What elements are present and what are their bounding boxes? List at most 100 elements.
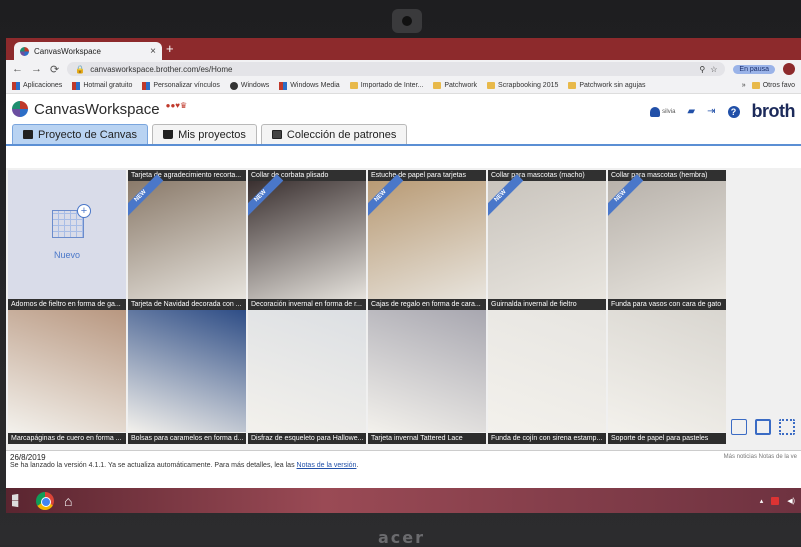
bookmark-apps[interactable]: Aplicaciones	[12, 81, 62, 90]
cart-icon[interactable]: ▰	[687, 106, 695, 117]
apps-icon	[12, 81, 20, 90]
project-caption: Adornos de fieltro en forma de ga...	[8, 299, 126, 310]
more-bookmarks-icon[interactable]: »	[742, 82, 746, 89]
view-tools	[731, 419, 795, 435]
other-bookmarks[interactable]: Otros favo	[751, 82, 795, 89]
address-bar-row: ← → ⟳ 🔒 canvasworkspace.brother.com/es/H…	[6, 60, 801, 78]
project-caption: Estuche de papel para tarjetas	[368, 170, 486, 181]
import-icon[interactable]	[731, 419, 747, 435]
project-caption: Collar para mascotas (macho)	[488, 170, 606, 181]
new-project-label: Nuevo	[53, 250, 80, 260]
news-notice: 26/8/2019 Se ha lanzado la versión 4.1.1…	[6, 450, 801, 488]
bookmarks-bar: Aplicaciones Hotmail gratuito Personaliz…	[6, 78, 801, 94]
project-tile[interactable]: Collar de corbata plisado NEW	[248, 170, 366, 303]
project-caption: Funda para vasos con cara de gato	[608, 299, 726, 310]
project-caption: Cajas de regalo en forma de cara...	[368, 299, 486, 310]
url-text: canvasworkspace.brother.com/es/Home	[90, 64, 233, 74]
profile-avatar[interactable]	[783, 63, 795, 75]
project-caption[interactable]: Bolsas para caramelos en forma d...	[128, 433, 246, 444]
project-tile[interactable]: Collar para mascotas (macho) NEW	[488, 170, 606, 303]
reload-icon[interactable]: ⟳	[50, 63, 59, 76]
project-thumbnail	[248, 310, 366, 432]
project-tile[interactable]: Cajas de regalo en forma de cara...	[368, 299, 486, 432]
folder-icon	[751, 82, 760, 89]
tab-mis-proyectos[interactable]: Mis proyectos	[152, 124, 257, 144]
browser-tab-title: CanvasWorkspace	[34, 46, 101, 56]
project-thumbnail	[8, 310, 126, 432]
project-tile[interactable]: Collar para mascotas (hembra) NEW	[608, 170, 726, 303]
system-tray: ▴ ◀)	[760, 496, 795, 505]
project-tile[interactable]: Tarjeta de Navidad decorada con ...	[128, 299, 246, 432]
bookmark-item[interactable]: Personalizar vínculos	[142, 81, 220, 90]
project-tile[interactable]: Estuche de papel para tarjetas NEW	[368, 170, 486, 303]
folder-icon	[433, 82, 442, 89]
project-caption[interactable]: Soporte de papel para pasteles	[608, 433, 726, 444]
app-tabs: Proyecto de Canvas Mis proyectos Colecci…	[6, 124, 801, 146]
user-icon	[650, 106, 661, 117]
back-icon[interactable]: ←	[12, 63, 23, 75]
close-tab-icon[interactable]: ×	[150, 46, 156, 57]
app-name: CanvasWorkspace	[34, 100, 160, 118]
bookmark-folder[interactable]: Patchwork sin agujas	[568, 82, 646, 89]
project-caption[interactable]: Marcapáginas de cuero en forma ...	[8, 433, 126, 444]
project-tile[interactable]: Funda para vasos con cara de gato	[608, 299, 726, 432]
tab-coleccion-de-patrones[interactable]: Colección de patrones	[260, 124, 408, 144]
canvas-project-icon	[23, 130, 33, 139]
project-tile[interactable]: Adornos de fieltro en forma de ga...	[8, 299, 126, 432]
canvasworkspace-favicon-icon	[20, 46, 29, 56]
project-thumbnail	[608, 310, 726, 432]
more-news-links[interactable]: Más noticias Notas de la ve	[724, 454, 797, 460]
release-notes-link[interactable]: Notas de la versión	[297, 462, 357, 469]
grid-view-icon[interactable]	[779, 419, 795, 435]
browser-tab[interactable]: CanvasWorkspace ×	[14, 42, 162, 60]
star-icon[interactable]: ☆	[710, 65, 717, 74]
zoom-icon[interactable]: ⚲	[699, 65, 705, 74]
windows-start-icon[interactable]	[12, 493, 19, 508]
user-account[interactable]: silvia	[650, 106, 675, 117]
bookmark-folder[interactable]: Importado de Inter...	[349, 82, 423, 89]
project-caption: Tarjeta de Navidad decorada con ...	[128, 299, 246, 310]
project-thumbnail	[488, 181, 606, 303]
folder-icon	[349, 82, 358, 89]
project-thumbnail	[248, 181, 366, 303]
bookmark-item[interactable]: Hotmail gratuito	[72, 81, 132, 90]
new-project-tile[interactable]: + Nuevo	[8, 170, 126, 303]
logout-icon[interactable]: ⇥	[707, 106, 715, 117]
app-logo[interactable]: CanvasWorkspace ●●♥♛	[12, 101, 187, 118]
windows-taskbar: ⌂ ▴ ◀)	[6, 488, 801, 513]
windows-icon	[229, 81, 238, 90]
notice-text-line: Se ha lanzado la versión 4.1.1. Ya se ac…	[10, 462, 359, 469]
project-tile[interactable]: Guirnalda invernal de fieltro	[488, 299, 606, 432]
url-field[interactable]: 🔒 canvasworkspace.brother.com/es/Home ⚲ …	[67, 62, 726, 76]
project-caption: Decoración invernal en forma de r...	[248, 299, 366, 310]
volume-icon[interactable]: ◀)	[787, 497, 795, 505]
ms-icon	[279, 81, 288, 90]
project-tile[interactable]: Tarjeta de agradecimiento recorta... NEW	[128, 170, 246, 303]
pattern-collection-icon	[271, 130, 282, 139]
app-header: CanvasWorkspace ●●♥♛ silvia ▰ ⇥ ? broth	[6, 94, 801, 124]
bookmark-folder[interactable]: Patchwork	[433, 82, 477, 89]
project-thumbnail	[368, 310, 486, 432]
bookmark-item[interactable]: Windows Media	[279, 81, 340, 90]
new-tab-icon[interactable]: +	[166, 42, 174, 56]
project-tile[interactable]: Decoración invernal en forma de r...	[248, 299, 366, 432]
bookmark-item[interactable]: Windows	[229, 81, 269, 90]
chrome-icon[interactable]	[36, 491, 54, 510]
ms-icon	[142, 81, 151, 90]
project-caption: Tarjeta de agradecimiento recorta...	[128, 170, 246, 181]
home-icon[interactable]: ⌂	[64, 493, 72, 509]
tray-arrow-icon[interactable]: ▴	[760, 497, 764, 505]
folder-icon	[568, 82, 577, 89]
project-caption[interactable]: Tarjeta invernal Tattered Lace	[368, 433, 486, 444]
third-row-captions: Marcapáginas de cuero en forma ... Bolsas…	[6, 433, 726, 445]
tab-proyecto-de-canvas[interactable]: Proyecto de Canvas	[12, 124, 149, 144]
single-view-icon[interactable]	[755, 419, 771, 435]
project-caption[interactable]: Disfraz de esqueleto para Hallowe...	[248, 433, 366, 444]
sync-paused-button[interactable]: En pausa	[733, 64, 775, 74]
help-icon[interactable]: ?	[727, 105, 740, 118]
antivirus-icon[interactable]	[771, 496, 780, 505]
browser-tabstrip: CanvasWorkspace × +	[6, 38, 801, 60]
bookmark-folder[interactable]: Scrapbooking 2015	[487, 82, 558, 89]
project-caption[interactable]: Funda de cojín con sirena estamp...	[488, 433, 606, 444]
forward-icon[interactable]: →	[31, 63, 42, 75]
